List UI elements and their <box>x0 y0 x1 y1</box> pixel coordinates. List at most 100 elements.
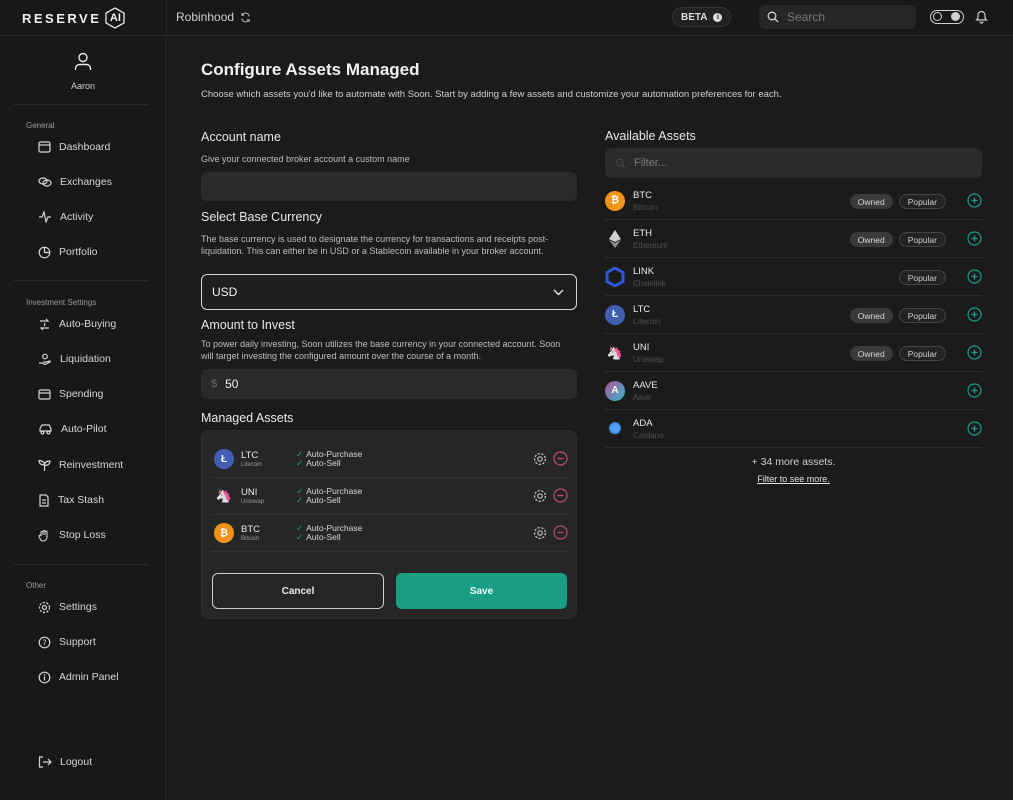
asset-symbol: UNI <box>633 341 650 353</box>
owned-badge: Owned <box>849 194 893 209</box>
gear-icon[interactable] <box>533 452 547 466</box>
sidebar-item-stop-loss[interactable]: Stop Loss <box>38 526 106 544</box>
svg-text:?: ? <box>42 638 46 647</box>
available-asset-row: ✺ ADA Cardano <box>605 410 982 448</box>
automation-checks: ✓ Auto-Purchase ✓ Auto-Sell <box>296 487 362 505</box>
sidebar-item-support[interactable]: ? Support <box>38 633 96 651</box>
remove-icon[interactable] <box>553 451 568 466</box>
asset-symbol: AAVE <box>633 379 658 391</box>
save-button[interactable]: Save <box>396 573 567 609</box>
sidebar-item-label: Support <box>59 636 96 648</box>
sidebar-item-auto-buying[interactable]: Auto-Buying <box>38 315 116 333</box>
owned-badge: Owned <box>849 346 893 361</box>
bell-icon[interactable] <box>975 10 988 24</box>
sidebar-item-portfolio[interactable]: Portfolio <box>38 243 98 261</box>
sidebar-item-label: Tax Stash <box>58 494 105 506</box>
cancel-button[interactable]: Cancel <box>212 573 384 609</box>
add-asset-icon[interactable] <box>967 421 982 436</box>
filter-placeholder: Filter... <box>634 157 668 169</box>
sun-icon <box>933 12 942 21</box>
sidebar-item-label: Liquidation <box>60 353 111 365</box>
sidebar-item-dashboard[interactable]: Dashboard <box>38 138 110 156</box>
asset-name: Cardano <box>633 430 664 440</box>
sidebar: Aaron General Dashboard Exchanges Activi… <box>0 36 166 800</box>
remove-icon[interactable] <box>553 488 568 503</box>
sprout-icon <box>38 459 51 471</box>
chevron-down-icon <box>553 289 564 295</box>
sidebar-item-exchanges[interactable]: Exchanges <box>38 173 112 191</box>
pie-chart-icon <box>38 246 51 258</box>
sidebar-item-spending[interactable]: Spending <box>38 385 103 403</box>
sidebar-divider <box>14 564 148 565</box>
hand-stop-icon <box>38 529 48 542</box>
base-currency-help: The base currency is used to designate t… <box>201 234 549 256</box>
base-currency-select[interactable]: USD <box>201 274 577 310</box>
add-asset-icon[interactable] <box>967 345 982 360</box>
remove-icon[interactable] <box>553 525 568 540</box>
search-icon <box>615 158 626 169</box>
litecoin-icon: Ł <box>605 304 625 325</box>
add-asset-icon[interactable] <box>967 383 982 398</box>
sidebar-item-reinvestment[interactable]: Reinvestment <box>38 456 123 474</box>
sidebar-item-logout[interactable]: Logout <box>38 753 92 771</box>
amount-input[interactable]: $ 50 <box>201 369 577 399</box>
managed-asset-row: ₿ BTC Bitcoin ✓ Auto-Purchase ✓ Auto-Sell <box>212 515 568 552</box>
gear-icon[interactable] <box>533 526 547 540</box>
sidebar-item-tax-stash[interactable]: Tax Stash <box>38 491 104 509</box>
automation-checks: ✓ Auto-Purchase ✓ Auto-Sell <box>296 450 362 468</box>
check-icon: ✓ <box>296 495 304 505</box>
account-name-label: Account name <box>201 130 281 144</box>
bitcoin-icon: ₿ <box>605 190 625 211</box>
page-subtitle: Choose which assets you'd like to automa… <box>201 89 782 100</box>
user-name: Aaron <box>70 81 96 91</box>
moon-icon <box>951 12 960 21</box>
help-icon: ? <box>38 636 51 648</box>
activity-icon <box>39 211 51 223</box>
gear-icon[interactable] <box>533 489 547 503</box>
beta-badge[interactable]: BETA i <box>672 7 732 27</box>
asset-name: Bitcoin <box>633 202 658 212</box>
sidebar-item-settings[interactable]: Settings <box>38 598 97 616</box>
user-profile[interactable]: Aaron <box>0 52 166 91</box>
sidebar-item-label: Settings <box>59 601 97 613</box>
filter-more-link[interactable]: Filter to see more. <box>605 474 982 484</box>
aave-icon: A <box>605 380 625 401</box>
check-icon: ✓ <box>296 532 304 542</box>
more-assets-text: + 34 more assets. <box>751 456 836 468</box>
popular-badge: Popular <box>898 270 946 285</box>
asset-name: Bitcoin <box>241 536 260 542</box>
sidebar-item-auto-pilot[interactable]: Auto-Pilot <box>38 420 107 438</box>
filter-input[interactable]: Filter... <box>605 148 982 178</box>
search-input[interactable]: Search <box>787 10 825 24</box>
reserve-ai-logo[interactable]: RESERVE AI <box>22 7 126 29</box>
sidebar-group-other: Other <box>26 581 47 590</box>
broker-switcher[interactable]: Robinhood <box>176 10 251 24</box>
search-box[interactable]: Search <box>759 5 916 29</box>
auto-sell-label: Auto-Sell <box>306 458 341 468</box>
asset-symbol: BTC <box>241 524 260 535</box>
logo-hex-icon: AI <box>104 7 126 29</box>
sidebar-item-label: Dashboard <box>59 141 111 153</box>
sidebar-item-label: Activity <box>60 211 94 223</box>
sidebar-divider <box>14 104 148 105</box>
sidebar-item-label: Admin Panel <box>59 671 119 683</box>
theme-toggle[interactable] <box>930 10 964 24</box>
asset-symbol: ADA <box>633 417 653 429</box>
add-asset-icon[interactable] <box>967 193 982 208</box>
add-asset-icon[interactable] <box>967 307 982 322</box>
account-name-input[interactable] <box>201 172 577 201</box>
add-asset-icon[interactable] <box>967 269 982 284</box>
add-asset-icon[interactable] <box>967 231 982 246</box>
sidebar-item-admin-panel[interactable]: Admin Panel <box>38 668 119 686</box>
sidebar-item-activity[interactable]: Activity <box>38 208 93 226</box>
sidebar-item-liquidation[interactable]: Liquidation <box>38 350 111 368</box>
managed-asset-row: 🦄 UNI Uniswap ✓ Auto-Purchase ✓ Auto-Sell <box>212 478 568 515</box>
user-icon <box>74 52 92 70</box>
sidebar-item-label: Auto-Pilot <box>61 423 107 435</box>
refresh-icon[interactable] <box>240 12 251 23</box>
popular-badge: Popular <box>898 232 946 247</box>
currency-symbol: $ <box>211 378 218 390</box>
car-icon <box>39 424 52 435</box>
ethereum-icon <box>605 229 625 249</box>
account-name-help: Give your connected broker account a cus… <box>201 154 410 164</box>
